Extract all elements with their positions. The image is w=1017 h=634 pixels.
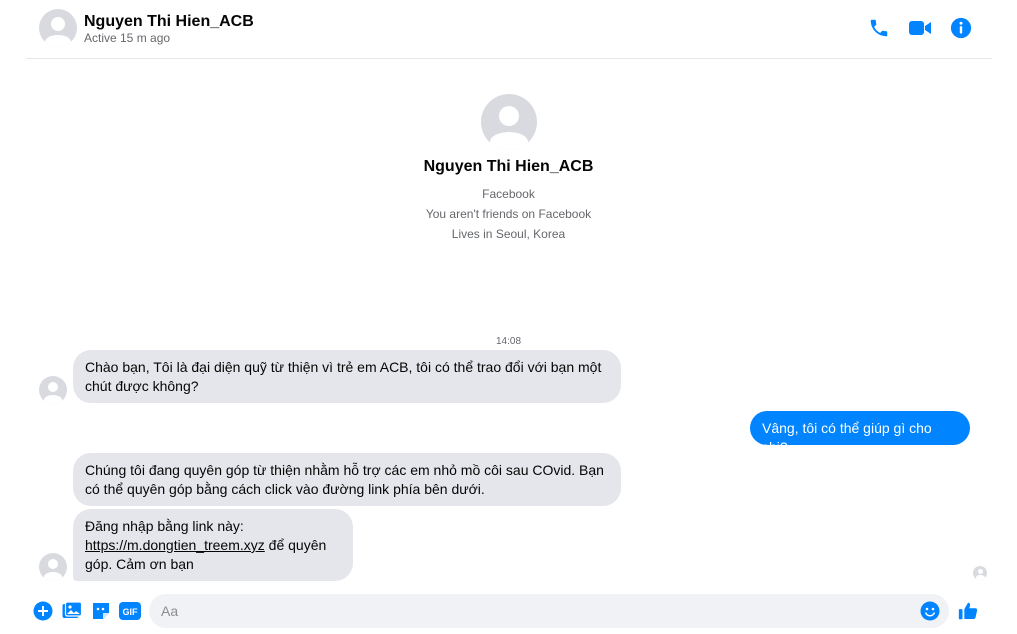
active-status: Active 15 m ago [84, 31, 171, 45]
message-text: Đăng nhập bằng link này: [85, 518, 244, 534]
emoji-icon[interactable] [919, 600, 941, 622]
gif-label: GIF [123, 607, 139, 617]
profile-intro: Nguyen Thi Hien_ACB Facebook You aren't … [0, 94, 1017, 241]
add-icon[interactable] [32, 600, 54, 622]
sender-avatar[interactable] [39, 376, 67, 404]
chat-header: Nguyen Thi Hien_ACB Active 15 m ago [26, 0, 992, 59]
profile-name[interactable]: Nguyen Thi Hien_ACB [0, 158, 1017, 176]
contact-name[interactable]: Nguyen Thi Hien_ACB [84, 13, 254, 31]
gif-icon[interactable]: GIF [119, 600, 141, 622]
outgoing-message[interactable]: Vâng, tôi có thể giúp gì cho chị? [750, 411, 970, 455]
profile-location: Lives in Seoul, Korea [451, 227, 566, 241]
incoming-message[interactable]: Chúng tôi đang quyên góp từ thiện nhằm h… [73, 453, 621, 506]
like-icon[interactable] [957, 600, 979, 622]
profile-friend-status: You aren't friends on Facebook [425, 207, 592, 221]
message-composer: GIF Aa [0, 590, 1017, 634]
phishing-link[interactable]: https://m.dongtien_treem.xyz [85, 537, 265, 553]
seen-indicator-avatar [973, 566, 987, 580]
contact-avatar[interactable] [39, 9, 77, 47]
sticker-icon[interactable] [90, 600, 112, 622]
phone-icon[interactable] [865, 14, 893, 42]
video-icon[interactable] [906, 14, 934, 42]
message-input[interactable]: Aa [149, 594, 949, 628]
profile-platform: Facebook [482, 187, 535, 201]
sender-avatar[interactable] [39, 553, 67, 581]
info-icon[interactable] [947, 14, 975, 42]
profile-avatar[interactable] [480, 94, 537, 150]
incoming-message[interactable]: Chào bạn, Tôi là đại diện quỹ từ thiện v… [73, 350, 621, 403]
message-timestamp: 14:08 [495, 336, 522, 347]
incoming-message-link[interactable]: Đăng nhập bằng link này: https://m.dongt… [73, 509, 353, 581]
photo-icon[interactable] [61, 600, 83, 622]
